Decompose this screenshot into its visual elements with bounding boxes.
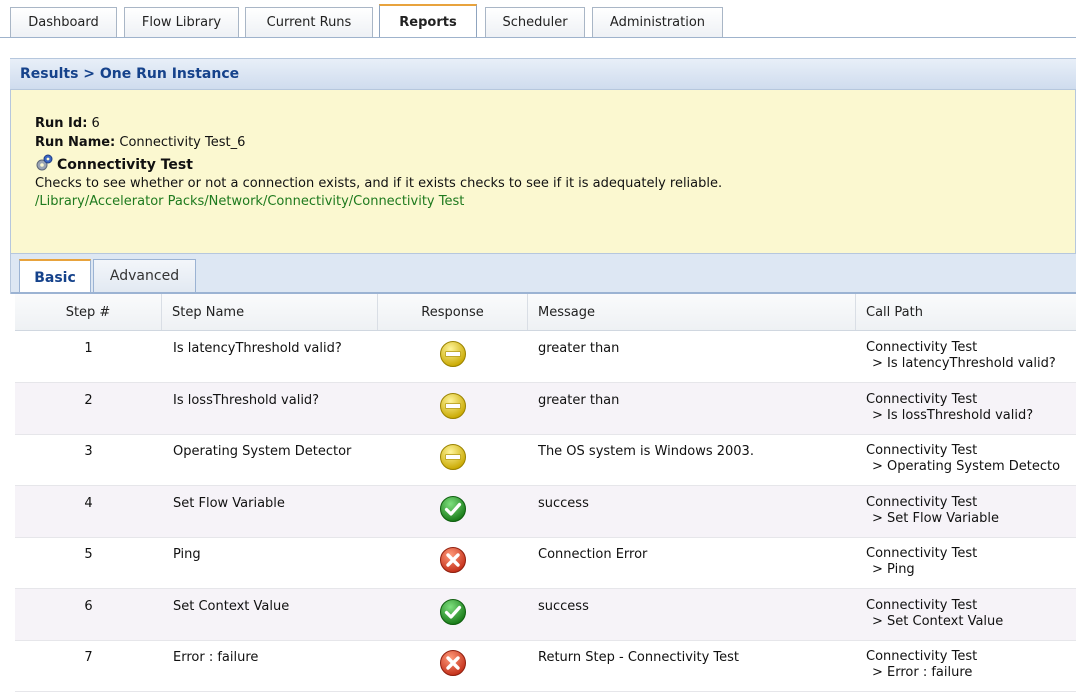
call-path-flow: Connectivity Test <box>866 597 978 613</box>
call-path[interactable]: Connectivity Test > Operating System Dete… <box>866 443 1060 475</box>
main-tab-bar: Dashboard Flow Library Current Runs Repo… <box>0 0 1076 38</box>
table-row[interactable]: 2 Is lossThreshold valid? greater than Conn… <box>15 382 1076 435</box>
call-path-flow: Connectivity Test <box>866 391 978 407</box>
step-number: 2 <box>84 392 93 408</box>
gear-icon <box>36 154 53 171</box>
step-message: success <box>538 495 589 511</box>
run-name-label: Run Name: <box>35 135 116 150</box>
step-name: Is latencyThreshold valid? <box>173 341 342 356</box>
step-name: Set Context Value <box>173 598 290 614</box>
success-icon <box>439 495 467 523</box>
step-name: Set Flow Variable <box>173 495 285 511</box>
run-id-label: Run Id: <box>35 116 88 131</box>
neutral-icon <box>439 340 467 368</box>
table-row[interactable]: 3 Operating System Detector The OS system … <box>15 434 1076 486</box>
tab-dashboard[interactable]: Dashboard <box>10 7 117 37</box>
neutral-icon <box>439 392 467 420</box>
call-path-step: > Is lossThreshold valid? <box>872 407 1034 423</box>
run-id: Run Id: 6 <box>35 116 100 131</box>
col-message[interactable]: Message <box>528 294 856 330</box>
step-name: Operating System Detector <box>173 444 352 459</box>
tab-flow-library[interactable]: Flow Library <box>124 7 239 37</box>
call-path-step: > Is latencyThreshold valid? <box>872 356 1056 371</box>
run-name-value: Connectivity Test_6 <box>115 135 246 150</box>
step-message: greater than <box>538 392 620 408</box>
call-path-step: > Operating System Detecto <box>872 459 1061 474</box>
failure-icon <box>439 649 467 677</box>
step-message: Connection Error <box>538 547 648 562</box>
flow-description: Checks to see whether or not a connectio… <box>35 176 723 191</box>
flow-heading: Connectivity Test <box>35 154 193 173</box>
step-message: Return Step - Connectivity Test <box>538 650 740 665</box>
tab-current-runs[interactable]: Current Runs <box>245 7 373 37</box>
step-number: 5 <box>84 547 93 562</box>
col-response[interactable]: Response <box>378 294 528 330</box>
success-icon <box>439 598 467 626</box>
tab-scheduler[interactable]: Scheduler <box>485 7 585 37</box>
call-path-step: > Set Flow Variable <box>872 510 999 526</box>
run-name: Run Name: Connectivity Test_6 <box>35 135 245 150</box>
tab-administration[interactable]: Administration <box>592 7 723 37</box>
table-row[interactable]: 5 Ping Connection Error Connectivity Test > … <box>15 537 1076 589</box>
detail-tab-bar: Basic Advanced <box>10 254 1076 294</box>
results-header: Results > One Run Instance <box>10 58 1076 90</box>
call-path[interactable]: Connectivity Test > Set Flow Variable <box>866 495 999 527</box>
tab-bar-divider <box>0 37 1076 38</box>
tab-advanced[interactable]: Advanced <box>93 259 196 292</box>
call-path-flow: Connectivity Test <box>866 340 978 355</box>
step-message: success <box>538 598 589 614</box>
step-number: 4 <box>84 495 93 511</box>
step-message: The OS system is Windows 2003. <box>538 444 754 459</box>
call-path[interactable]: Connectivity Test > Error : failure <box>866 649 977 681</box>
col-call-path[interactable]: Call Path <box>856 294 1076 330</box>
col-step-name[interactable]: Step Name <box>162 294 378 330</box>
step-name: Ping <box>173 547 201 562</box>
table-row[interactable]: 1 Is latencyThreshold valid? greater than C… <box>15 331 1076 383</box>
flow-title: Connectivity Test <box>57 157 193 173</box>
call-path-step: > Set Context Value <box>872 613 1004 629</box>
call-path[interactable]: Connectivity Test > Ping <box>866 546 977 578</box>
call-path-flow: Connectivity Test <box>866 649 978 664</box>
breadcrumb: Results > One Run Instance <box>20 66 240 82</box>
call-path-flow: Connectivity Test <box>866 443 978 458</box>
step-number: 1 <box>84 341 93 356</box>
table-header: Step # Step Name Response Message Call P… <box>15 294 1076 331</box>
call-path-step: > Error : failure <box>872 665 973 680</box>
tab-basic[interactable]: Basic <box>19 259 91 294</box>
table-row[interactable]: 4 Set Flow Variable success Connectivity Te… <box>15 485 1076 538</box>
step-message: greater than <box>538 341 620 356</box>
call-path-step: > Ping <box>872 562 915 577</box>
run-id-value: 6 <box>87 116 100 131</box>
table-row[interactable]: 7 Error : failure Return Step - Connectivi… <box>15 640 1076 692</box>
col-step-number[interactable]: Step # <box>15 294 162 330</box>
call-path-flow: Connectivity Test <box>866 494 978 510</box>
tab-reports[interactable]: Reports <box>379 4 477 38</box>
step-number: 6 <box>84 598 93 614</box>
step-number: 7 <box>84 650 93 665</box>
call-path[interactable]: Connectivity Test > Set Context Value <box>866 598 1003 630</box>
call-path[interactable]: Connectivity Test > Is lossThreshold vali… <box>866 392 1033 424</box>
flow-path-link[interactable]: /Library/Accelerator Packs/Network/Conne… <box>35 194 464 209</box>
step-name: Is lossThreshold valid? <box>173 392 320 408</box>
step-name: Error : failure <box>173 650 259 665</box>
step-number: 3 <box>84 444 93 459</box>
failure-icon <box>439 546 467 574</box>
run-info-panel: Run Id: 6 Run Name: Connectivity Test_6 … <box>10 90 1076 254</box>
call-path[interactable]: Connectivity Test > Is latencyThreshold v… <box>866 340 1056 372</box>
table-row[interactable]: 6 Set Context Value success Connectivity Te… <box>15 588 1076 641</box>
neutral-icon <box>439 443 467 471</box>
call-path-flow: Connectivity Test <box>866 546 978 561</box>
